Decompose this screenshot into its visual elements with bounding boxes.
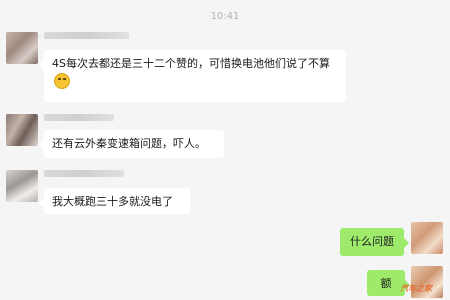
contact-avatar[interactable]	[6, 32, 38, 64]
message-bubble-incoming[interactable]: 还有云外秦变速箱问题，吓人。	[39, 130, 224, 158]
contact-nickname	[44, 170, 124, 177]
message-text: 额	[380, 277, 392, 290]
message-bubble-outgoing[interactable]: 什么问题	[340, 228, 409, 256]
timestamp: 10:41	[210, 11, 240, 22]
contact-nickname	[44, 32, 129, 39]
message-text: 还有云外秦变速箱问题，吓人。	[52, 137, 206, 150]
message-text: 4S每次去都还是三十二个赞的，可惜换电池他们说了不算	[52, 57, 330, 70]
grimace-emoji-icon	[54, 73, 70, 89]
contact-nickname	[44, 114, 114, 121]
message-text: 什么问题	[350, 235, 394, 248]
contact-avatar[interactable]	[6, 114, 38, 146]
message-bubble-incoming[interactable]: 我大概跑三十多就没电了	[39, 188, 190, 214]
message-bubble-incoming[interactable]: 4S每次去都还是三十二个赞的，可惜换电池他们说了不算	[39, 50, 346, 102]
contact-avatar[interactable]	[6, 170, 38, 202]
self-avatar[interactable]	[411, 222, 443, 254]
site-watermark-logo: 汽车之家	[400, 284, 432, 293]
message-text: 我大概跑三十多就没电了	[52, 195, 173, 208]
